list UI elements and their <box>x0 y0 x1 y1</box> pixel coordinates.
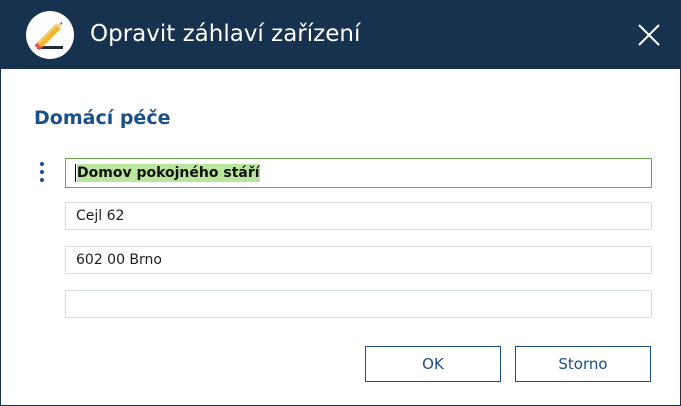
address-line-3-value: 602 00 Brno <box>76 252 162 268</box>
pencil-icon <box>26 11 74 59</box>
more-vertical-icon[interactable] <box>35 160 49 186</box>
address-line-4-input[interactable] <box>65 290 652 318</box>
address-line-1-input[interactable]: Domov pokojného stáří <box>65 158 652 188</box>
address-line-3-input[interactable]: 602 00 Brno <box>65 246 652 274</box>
close-icon[interactable] <box>631 17 667 53</box>
text-caret <box>75 164 76 182</box>
dialog-titlebar: Opravit záhlaví zařízení <box>1 1 680 69</box>
cancel-button[interactable]: Storno <box>515 346 651 382</box>
address-line-2-input[interactable]: Cejl 62 <box>65 202 652 230</box>
address-line-2-value: Cejl 62 <box>76 208 125 224</box>
dialog-title: Opravit záhlaví zařízení <box>90 21 361 47</box>
address-line-1-value: Domov pokojného stáří <box>77 164 260 182</box>
section-heading: Domácí péče <box>34 107 171 129</box>
edit-header-dialog: Opravit záhlaví zařízení Domácí péče Dom… <box>0 0 681 406</box>
ok-button[interactable]: OK <box>365 346 501 382</box>
